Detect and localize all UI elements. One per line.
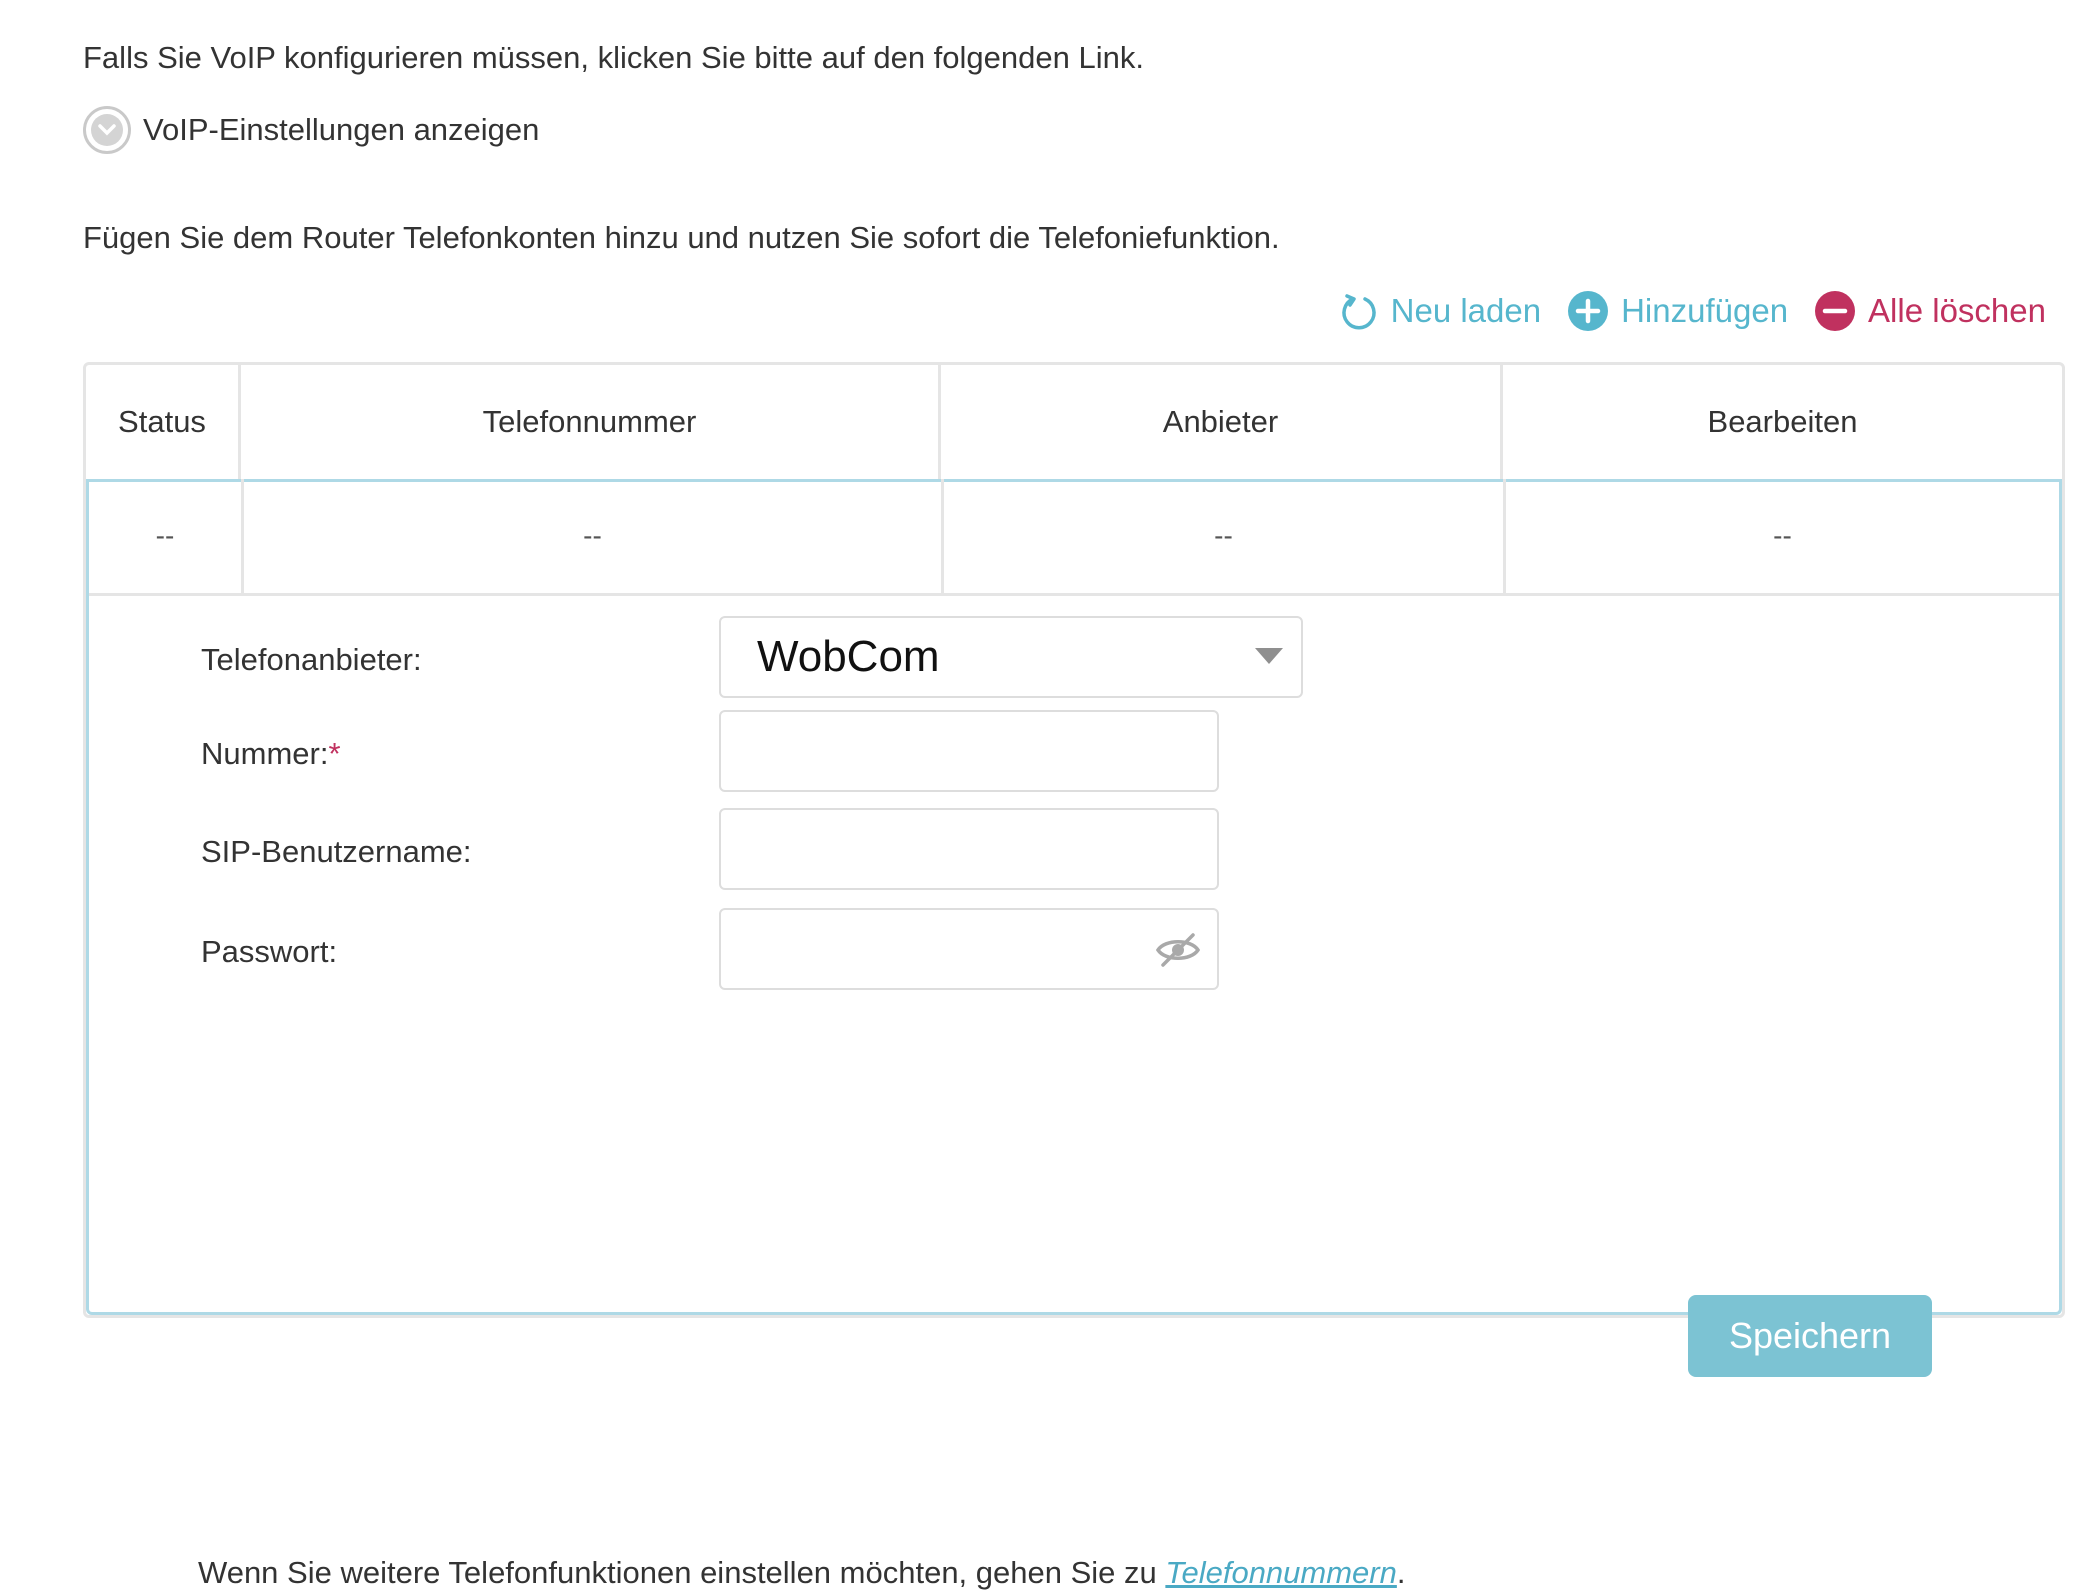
reload-button[interactable]: Neu laden [1339,291,1541,331]
description-text: Fügen Sie dem Router Telefonkonten hinzu… [83,220,1280,255]
footer-text: Wenn Sie weitere Telefonfunktionen einst… [198,1555,1166,1590]
phone-numbers-link[interactable]: Telefonnummern [1165,1555,1397,1590]
delete-all-label: Alle löschen [1868,292,2046,329]
footer-end: . [1396,1555,1406,1590]
eye-off-icon[interactable] [1155,932,1201,973]
add-label: Hinzufügen [1621,292,1789,329]
table-header: Status Telefonnummer Anbieter Bearbeiten [86,365,2062,482]
required-mark: * [328,736,341,771]
provider-select[interactable]: WobCom [719,616,1303,698]
header-status: Status [118,404,206,439]
sip-username-input[interactable] [719,808,1219,890]
plus-icon [1567,290,1609,332]
reload-label: Neu laden [1390,292,1542,329]
table-row: -- -- -- -- [89,479,2059,596]
minus-icon [1814,290,1856,332]
cell-provider: -- [941,479,1503,593]
add-button[interactable]: Hinzufügen [1567,290,1788,332]
provider-label: Telefonanbieter: [201,642,422,677]
table-actions: Neu laden Hinzufügen Alle löschen [1313,290,2046,332]
refresh-icon [1339,291,1379,331]
edit-panel: -- -- -- -- Telefonanbieter: WobCom Numm… [86,479,2062,1315]
number-input[interactable] [719,710,1219,792]
header-provider: Anbieter [938,365,1500,479]
provider-select-value: WobCom [757,632,940,681]
header-edit: Bearbeiten [1500,365,2062,479]
cell-edit: -- [1503,479,2059,593]
number-label-text: Nummer: [201,736,329,771]
sip-username-label: SIP-Benutzername: [201,834,472,869]
password-label: Passwort: [201,934,338,969]
password-input[interactable] [719,908,1219,990]
cell-phone-number: -- [241,479,941,593]
number-label: Nummer:* [201,736,341,772]
phone-accounts-table: Status Telefonnummer Anbieter Bearbeiten… [83,362,2065,1590]
voip-toggle-label: VoIP-Einstellungen anzeigen [143,112,540,147]
cell-status: -- [155,520,175,551]
footer-note: Wenn Sie weitere Telefonfunktionen einst… [198,1555,1406,1591]
header-phone-number: Telefonnummer [238,365,938,479]
delete-all-button[interactable]: Alle löschen [1814,290,2046,332]
dropdown-caret-icon [1255,648,1283,664]
save-button[interactable]: Speichern [1688,1295,1932,1377]
voip-settings-toggle[interactable]: VoIP-Einstellungen anzeigen [83,106,539,154]
chevron-down-icon [83,106,131,154]
intro-text: Falls Sie VoIP konfigurieren müssen, kli… [83,40,1144,75]
